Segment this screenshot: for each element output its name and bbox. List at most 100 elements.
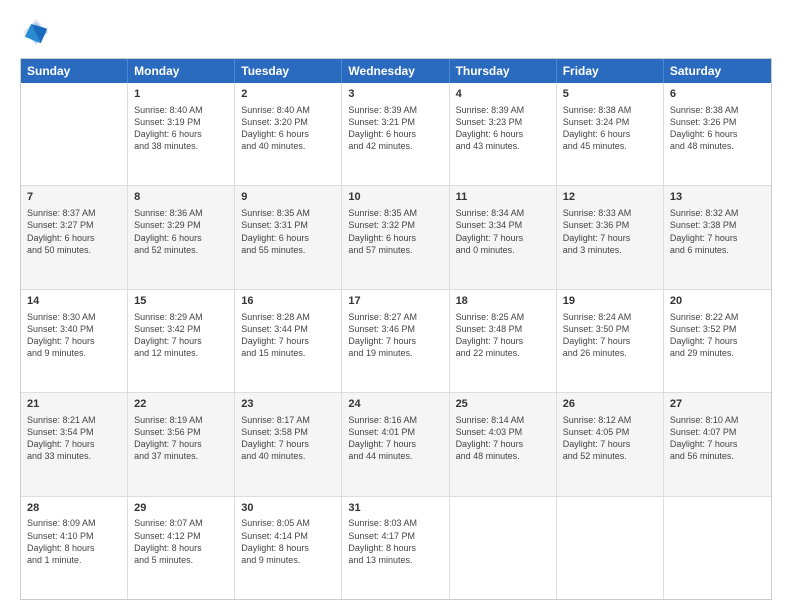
day-info: Sunrise: 8:40 AMSunset: 3:19 PMDaylight:… (134, 104, 228, 153)
page: SundayMondayTuesdayWednesdayThursdayFrid… (0, 0, 792, 612)
logo (20, 16, 56, 48)
calendar-cell-1-0: 7 Sunrise: 8:37 AMSunset: 3:27 PMDaylight… (21, 186, 128, 288)
calendar-cell-1-1: 8Sunrise: 8:36 AMSunset: 3:29 PMDaylight… (128, 186, 235, 288)
day-info: Sunrise: 8:38 AMSunset: 3:26 PMDaylight:… (670, 104, 765, 153)
calendar-cell-2-0: 14Sunrise: 8:30 AMSunset: 3:40 PMDayligh… (21, 290, 128, 392)
day-number: 23 (241, 397, 335, 412)
day-info: Sunrise: 8:24 AMSunset: 3:50 PMDaylight:… (563, 311, 657, 360)
day-number: 13 (670, 190, 765, 205)
day-info: Sunrise: 8:38 AMSunset: 3:24 PMDaylight:… (563, 104, 657, 153)
day-info: Sunrise: 8:34 AMSunset: 3:34 PMDaylight:… (456, 207, 550, 256)
day-info: Sunrise: 8:36 AMSunset: 3:29 PMDaylight:… (134, 207, 228, 256)
calendar-cell-1-4: 11 Sunrise: 8:34 AMSunset: 3:34 PMDayligh… (450, 186, 557, 288)
calendar-row-0: 1 Sunrise: 8:40 AMSunset: 3:19 PMDaylight… (21, 83, 771, 186)
day-number: 21 (27, 397, 121, 412)
calendar: SundayMondayTuesdayWednesdayThursdayFrid… (20, 58, 772, 600)
calendar-cell-4-5 (557, 497, 664, 599)
day-info: Sunrise: 8:03 AMSunset: 4:17 PMDaylight:… (348, 517, 442, 566)
day-number: 3 (348, 87, 442, 102)
day-info: Sunrise: 8:22 AMSunset: 3:52 PMDaylight:… (670, 311, 765, 360)
calendar-body: 1 Sunrise: 8:40 AMSunset: 3:19 PMDaylight… (21, 83, 771, 599)
calendar-header: SundayMondayTuesdayWednesdayThursdayFrid… (21, 59, 771, 83)
calendar-cell-2-6: 20 Sunrise: 8:22 AMSunset: 3:52 PMDayligh… (664, 290, 771, 392)
calendar-cell-4-0: 28Sunrise: 8:09 AMSunset: 4:10 PMDayligh… (21, 497, 128, 599)
day-number: 25 (456, 397, 550, 412)
day-number: 10 (348, 190, 442, 205)
calendar-row-2: 14Sunrise: 8:30 AMSunset: 3:40 PMDayligh… (21, 290, 771, 393)
calendar-cell-3-4: 25 Sunrise: 8:14 AMSunset: 4:03 PMDayligh… (450, 393, 557, 495)
calendar-cell-0-3: 3 Sunrise: 8:39 AMSunset: 3:21 PMDaylight… (342, 83, 449, 185)
calendar-cell-2-4: 18 Sunrise: 8:25 AMSunset: 3:48 PMDayligh… (450, 290, 557, 392)
day-number: 14 (27, 294, 121, 309)
calendar-cell-3-2: 23 Sunrise: 8:17 AMSunset: 3:58 PMDayligh… (235, 393, 342, 495)
day-number: 29 (134, 501, 228, 516)
day-info: Sunrise: 8:07 AMSunset: 4:12 PMDaylight:… (134, 517, 228, 566)
calendar-cell-0-5: 5 Sunrise: 8:38 AMSunset: 3:24 PMDaylight… (557, 83, 664, 185)
day-info: Sunrise: 8:37 AMSunset: 3:27 PMDaylight:… (27, 207, 121, 256)
calendar-cell-0-6: 6Sunrise: 8:38 AMSunset: 3:26 PMDaylight… (664, 83, 771, 185)
day-info: Sunrise: 8:40 AMSunset: 3:20 PMDaylight:… (241, 104, 335, 153)
day-number: 7 (27, 190, 121, 205)
calendar-cell-4-3: 31Sunrise: 8:03 AMSunset: 4:17 PMDayligh… (342, 497, 449, 599)
day-info: Sunrise: 8:19 AMSunset: 3:56 PMDaylight:… (134, 414, 228, 463)
header-day-friday: Friday (557, 59, 664, 83)
day-info: Sunrise: 8:27 AMSunset: 3:46 PMDaylight:… (348, 311, 442, 360)
day-number: 5 (563, 87, 657, 102)
day-number: 4 (456, 87, 550, 102)
day-info: Sunrise: 8:33 AMSunset: 3:36 PMDaylight:… (563, 207, 657, 256)
day-info: Sunrise: 8:10 AMSunset: 4:07 PMDaylight:… (670, 414, 765, 463)
day-number: 16 (241, 294, 335, 309)
day-number: 30 (241, 501, 335, 516)
calendar-cell-3-1: 22Sunrise: 8:19 AMSunset: 3:56 PMDayligh… (128, 393, 235, 495)
calendar-cell-0-4: 4 Sunrise: 8:39 AMSunset: 3:23 PMDaylight… (450, 83, 557, 185)
calendar-cell-2-5: 19 Sunrise: 8:24 AMSunset: 3:50 PMDayligh… (557, 290, 664, 392)
calendar-cell-3-5: 26Sunrise: 8:12 AMSunset: 4:05 PMDayligh… (557, 393, 664, 495)
calendar-cell-4-6 (664, 497, 771, 599)
calendar-cell-4-4 (450, 497, 557, 599)
calendar-cell-4-1: 29Sunrise: 8:07 AMSunset: 4:12 PMDayligh… (128, 497, 235, 599)
calendar-cell-0-1: 1 Sunrise: 8:40 AMSunset: 3:19 PMDaylight… (128, 83, 235, 185)
day-info: Sunrise: 8:35 AMSunset: 3:32 PMDaylight:… (348, 207, 442, 256)
day-info: Sunrise: 8:28 AMSunset: 3:44 PMDaylight:… (241, 311, 335, 360)
day-number: 1 (134, 87, 228, 102)
day-info: Sunrise: 8:14 AMSunset: 4:03 PMDaylight:… (456, 414, 550, 463)
calendar-cell-0-2: 2Sunrise: 8:40 AMSunset: 3:20 PMDaylight… (235, 83, 342, 185)
day-info: Sunrise: 8:09 AMSunset: 4:10 PMDaylight:… (27, 517, 121, 566)
day-info: Sunrise: 8:39 AMSunset: 3:21 PMDaylight:… (348, 104, 442, 153)
day-number: 17 (348, 294, 442, 309)
calendar-cell-1-3: 10 Sunrise: 8:35 AMSunset: 3:32 PMDayligh… (342, 186, 449, 288)
header-day-thursday: Thursday (450, 59, 557, 83)
header (20, 16, 772, 48)
day-number: 18 (456, 294, 550, 309)
day-info: Sunrise: 8:17 AMSunset: 3:58 PMDaylight:… (241, 414, 335, 463)
day-info: Sunrise: 8:29 AMSunset: 3:42 PMDaylight:… (134, 311, 228, 360)
header-day-monday: Monday (128, 59, 235, 83)
calendar-cell-1-2: 9Sunrise: 8:35 AMSunset: 3:31 PMDaylight… (235, 186, 342, 288)
day-number: 9 (241, 190, 335, 205)
day-number: 12 (563, 190, 657, 205)
calendar-cell-4-2: 30Sunrise: 8:05 AMSunset: 4:14 PMDayligh… (235, 497, 342, 599)
calendar-cell-3-6: 27Sunrise: 8:10 AMSunset: 4:07 PMDayligh… (664, 393, 771, 495)
day-number: 31 (348, 501, 442, 516)
day-number: 15 (134, 294, 228, 309)
header-day-wednesday: Wednesday (342, 59, 449, 83)
day-info: Sunrise: 8:05 AMSunset: 4:14 PMDaylight:… (241, 517, 335, 566)
day-info: Sunrise: 8:21 AMSunset: 3:54 PMDaylight:… (27, 414, 121, 463)
day-info: Sunrise: 8:39 AMSunset: 3:23 PMDaylight:… (456, 104, 550, 153)
calendar-cell-2-1: 15 Sunrise: 8:29 AMSunset: 3:42 PMDayligh… (128, 290, 235, 392)
logo-icon (20, 16, 52, 48)
calendar-cell-2-2: 16 Sunrise: 8:28 AMSunset: 3:44 PMDayligh… (235, 290, 342, 392)
calendar-cell-2-3: 17 Sunrise: 8:27 AMSunset: 3:46 PMDayligh… (342, 290, 449, 392)
calendar-cell-3-0: 21 Sunrise: 8:21 AMSunset: 3:54 PMDayligh… (21, 393, 128, 495)
header-day-sunday: Sunday (21, 59, 128, 83)
day-number: 11 (456, 190, 550, 205)
day-info: Sunrise: 8:25 AMSunset: 3:48 PMDaylight:… (456, 311, 550, 360)
header-day-saturday: Saturday (664, 59, 771, 83)
day-number: 20 (670, 294, 765, 309)
day-number: 28 (27, 501, 121, 516)
calendar-row-3: 21 Sunrise: 8:21 AMSunset: 3:54 PMDayligh… (21, 393, 771, 496)
day-number: 19 (563, 294, 657, 309)
calendar-cell-1-5: 12 Sunrise: 8:33 AMSunset: 3:36 PMDayligh… (557, 186, 664, 288)
header-day-tuesday: Tuesday (235, 59, 342, 83)
calendar-cell-3-3: 24Sunrise: 8:16 AMSunset: 4:01 PMDayligh… (342, 393, 449, 495)
